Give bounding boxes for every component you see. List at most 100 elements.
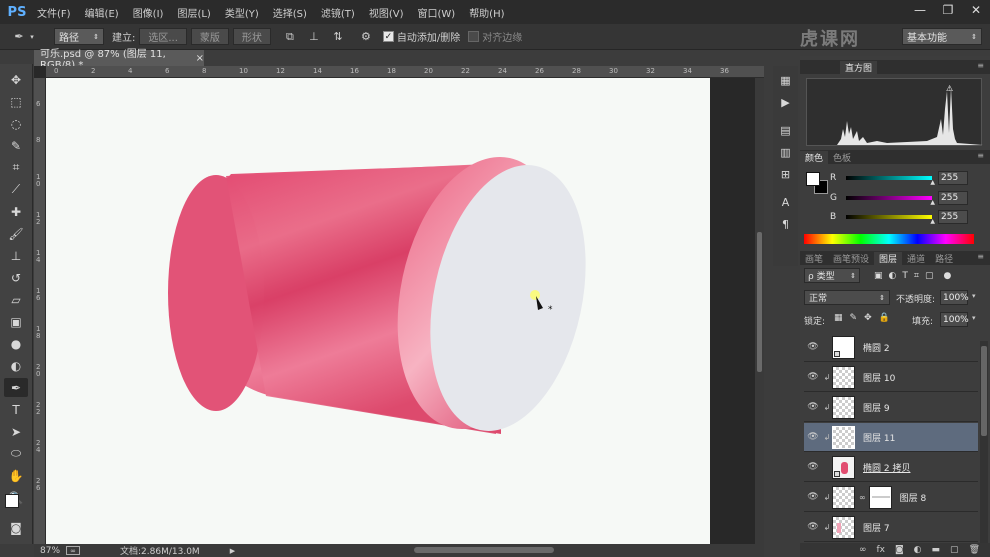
history-panel-icon[interactable]: ▦: [777, 72, 794, 89]
tab-histogram[interactable]: 直方图: [840, 61, 878, 74]
eraser-tool-icon[interactable]: ▱: [4, 290, 28, 309]
layer-name[interactable]: 椭圆 2 拷贝: [863, 461, 910, 474]
opacity-input[interactable]: 100%: [940, 290, 969, 305]
lock-pixels-icon[interactable]: ✎: [850, 313, 858, 323]
make-mask-button[interactable]: 蒙版: [190, 28, 229, 45]
make-selection-button[interactable]: 选区...: [139, 28, 187, 45]
color-spectrum-bar[interactable]: [804, 234, 974, 244]
lock-all-icon[interactable]: 🔒: [879, 313, 890, 323]
menu-select[interactable]: 选择(S): [266, 5, 314, 20]
fill-arrow-icon[interactable]: ▾: [972, 314, 976, 322]
canvas[interactable]: *: [46, 78, 710, 544]
layer-row[interactable]: 👁 ↲ ∞ 图层 8: [804, 483, 978, 512]
tab-color[interactable]: 颜色: [800, 151, 829, 164]
tab-paths[interactable]: 路径: [930, 252, 958, 265]
path-selection-tool-icon[interactable]: ➤: [4, 422, 28, 441]
layer-row[interactable]: 👁 ↲ 图层 10: [804, 363, 978, 392]
menu-help[interactable]: 帮助(H): [462, 5, 511, 20]
layer-mask-thumbnail[interactable]: [868, 485, 892, 509]
new-adjustment-icon[interactable]: ◐: [914, 545, 922, 555]
lasso-tool-icon[interactable]: ◌: [4, 114, 28, 133]
fill-input[interactable]: 100%: [940, 312, 969, 327]
lock-transparent-icon[interactable]: ▦: [834, 313, 843, 323]
paragraph-panel-icon[interactable]: ¶: [777, 216, 794, 233]
panel-menu-icon[interactable]: ≡: [977, 252, 984, 261]
filter-toggle-icon[interactable]: ●: [943, 271, 951, 281]
layer-style-icon[interactable]: fx: [876, 545, 885, 555]
trash-icon[interactable]: 🗑: [969, 545, 980, 555]
filter-type-icon[interactable]: T: [902, 271, 908, 281]
vertical-scrollbar-thumb[interactable]: [757, 232, 762, 372]
actions-panel-icon[interactable]: ▶: [777, 94, 794, 111]
adjustments-panel-icon[interactable]: ▤: [777, 122, 794, 139]
red-value-input[interactable]: 255: [938, 171, 968, 185]
hand-tool-icon[interactable]: ✋: [4, 466, 28, 485]
status-icon[interactable]: ∞: [66, 546, 81, 555]
chain-link-icon[interactable]: ∞: [859, 493, 866, 502]
crop-tool-icon[interactable]: ⌗: [4, 158, 28, 177]
menu-view[interactable]: 视图(V): [362, 5, 411, 20]
pen-tool-icon[interactable]: ✒: [4, 378, 28, 397]
path-alignment-icon[interactable]: ⊥: [305, 28, 323, 46]
pen-mode-dropdown[interactable]: 路径 ⇕: [54, 28, 104, 45]
make-shape-button[interactable]: 形状: [232, 28, 271, 45]
workspace-dropdown[interactable]: 基本功能 ⇕: [902, 28, 982, 45]
menu-file[interactable]: 文件(F): [30, 5, 78, 20]
link-layers-icon[interactable]: ∞: [859, 545, 867, 555]
eyedropper-tool-icon[interactable]: ⟋: [4, 180, 28, 199]
eye-icon[interactable]: 👁: [804, 513, 822, 542]
tab-navigator[interactable]: [800, 61, 840, 74]
ellipse-tool-icon[interactable]: ⬭: [4, 444, 28, 463]
menu-filter[interactable]: 滤镜(T): [314, 5, 362, 20]
move-tool-icon[interactable]: ✥: [4, 70, 28, 89]
layers-scrollbar-thumb[interactable]: [981, 346, 987, 436]
layer-name[interactable]: 图层 8: [900, 491, 927, 504]
menu-image[interactable]: 图像(I): [126, 5, 171, 20]
layer-row[interactable]: 👁 ↲ 图层 9: [804, 393, 978, 422]
green-value-input[interactable]: 255: [938, 191, 968, 205]
healing-brush-tool-icon[interactable]: ✚: [4, 202, 28, 221]
tab-brush-presets[interactable]: 画笔预设: [828, 252, 874, 265]
close-tab-icon[interactable]: ×: [196, 53, 204, 64]
opacity-arrow-icon[interactable]: ▾: [972, 292, 976, 300]
layer-row[interactable]: 👁 ↲ 图层 7: [804, 513, 978, 542]
close-button[interactable]: ✕: [962, 0, 990, 20]
eye-icon[interactable]: 👁: [804, 423, 822, 452]
horizontal-scrollbar-thumb[interactable]: [414, 547, 554, 553]
layer-name[interactable]: 图层 7: [863, 521, 890, 534]
clone-stamp-tool-icon[interactable]: ⊥: [4, 246, 28, 265]
tab-channels[interactable]: 通道: [902, 252, 930, 265]
history-brush-tool-icon[interactable]: ↺: [4, 268, 28, 287]
styles-panel-icon[interactable]: ▥: [777, 144, 794, 161]
layer-name[interactable]: 图层 11: [863, 431, 895, 444]
auto-add-delete-checkbox[interactable]: ✓: [382, 31, 394, 42]
blue-value-input[interactable]: 255: [938, 210, 968, 224]
filter-smart-object-icon[interactable]: ▢: [925, 271, 934, 281]
marquee-tool-icon[interactable]: ⬚: [4, 92, 28, 111]
eye-icon[interactable]: 👁: [804, 453, 822, 482]
tab-swatches[interactable]: 色板: [828, 151, 856, 164]
add-mask-icon[interactable]: ◙: [895, 545, 904, 555]
align-edges-checkbox[interactable]: [468, 31, 480, 42]
menu-edit[interactable]: 编辑(E): [78, 5, 126, 20]
gradient-tool-icon[interactable]: ▣: [4, 312, 28, 331]
layer-name[interactable]: 椭圆 2: [863, 341, 890, 354]
type-tool-icon[interactable]: T: [4, 400, 28, 419]
panel-menu-icon[interactable]: ≡: [977, 61, 984, 70]
red-slider[interactable]: ▲: [846, 176, 935, 186]
layer-row[interactable]: 👁 椭圆 2 拷贝: [804, 453, 978, 482]
eye-icon[interactable]: 👁: [804, 363, 822, 392]
filter-pixel-icon[interactable]: ▣: [874, 271, 883, 281]
eye-icon[interactable]: 👁: [804, 333, 822, 362]
layer-name[interactable]: 图层 10: [863, 371, 895, 384]
gear-icon[interactable]: ⚙: [357, 28, 375, 46]
layer-name[interactable]: 图层 9: [863, 401, 890, 414]
tab-layers[interactable]: 图层: [874, 252, 903, 265]
blue-slider[interactable]: ▲: [846, 215, 935, 225]
eye-icon[interactable]: 👁: [804, 483, 822, 512]
document-tab[interactable]: 可乐.psd @ 87% (图层 11, RGB/8) * ×: [34, 49, 204, 71]
color-foreground-swatch[interactable]: [806, 172, 820, 186]
zoom-level[interactable]: 87%: [40, 546, 60, 556]
green-slider[interactable]: ▲: [846, 196, 935, 206]
blend-mode-dropdown[interactable]: 正常 ⇕: [804, 290, 890, 305]
